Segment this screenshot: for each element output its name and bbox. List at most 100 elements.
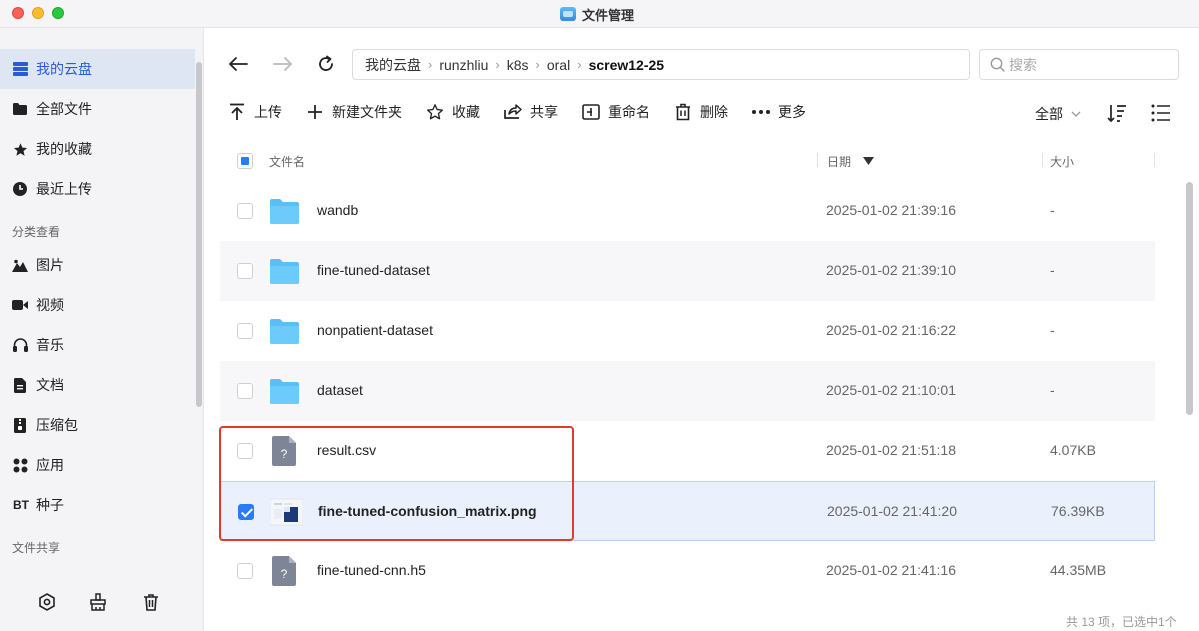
breadcrumb-item[interactable]: runzhliu [439,57,488,73]
sidebar-scrollbar[interactable] [196,62,202,407]
zoom-window-button[interactable] [52,7,64,19]
column-divider[interactable] [1042,153,1043,167]
sidebar-item-documents[interactable]: 文档 [0,365,195,405]
trash-icon[interactable] [141,592,161,612]
file-size: - [1050,382,1055,398]
table-row[interactable]: nonpatient-dataset 2025-01-02 21:16:22 - [220,301,1155,361]
row-checkbox[interactable] [237,563,253,579]
chevron-right-icon: › [428,57,433,72]
title-bar: 文件管理 [0,0,1199,28]
file-name: wandb [317,202,359,218]
sort-icon [1107,105,1126,123]
more-button[interactable]: 更多 [752,102,806,122]
category-section-title: 分类查看 [12,225,61,239]
file-size: 4.07KB [1050,442,1096,458]
sidebar-item-label: 压缩包 [36,417,78,433]
file-list-scrollbar[interactable] [1186,182,1193,415]
delete-button[interactable]: 删除 [674,102,728,122]
table-row[interactable]: wandb 2025-01-02 21:39:16 - [220,181,1155,241]
file-size: 44.35MB [1050,562,1107,578]
column-header-name[interactable]: 文件名 [269,153,305,170]
more-icon [752,103,770,121]
table-row[interactable]: fine-tuned-dataset 2025-01-02 21:39:10 - [220,241,1155,301]
sidebar-item-label: 全部文件 [36,101,92,117]
file-date: 2025-01-02 21:41:20 [827,503,957,519]
star-icon [12,141,28,157]
window-title-text: 文件管理 [582,7,635,23]
select-all-checkbox[interactable] [237,153,253,169]
cleanup-brush-icon[interactable] [88,592,108,612]
file-date: 2025-01-02 21:51:18 [826,442,956,458]
settings-hex-icon[interactable] [37,592,57,612]
breadcrumb-item[interactable]: k8s [507,57,529,73]
arrow-right-icon [273,57,292,71]
sort-button[interactable] [1106,102,1128,124]
search-input[interactable] [1009,56,1169,73]
search-icon [990,57,1005,72]
file-name: nonpatient-dataset [317,322,433,338]
sidebar-item-videos[interactable]: 视频 [0,285,195,325]
svg-text:?: ? [281,567,288,581]
folder-icon [269,256,300,286]
sidebar-item-torrents[interactable]: BT 种子 [0,485,195,525]
sidebar-item-label: 文档 [36,377,64,393]
refresh-icon [319,55,333,71]
row-checkbox[interactable] [237,323,253,339]
sidebar-item-images[interactable]: 图片 [0,245,195,285]
search-box[interactable] [979,49,1179,80]
sidebar-item-label: 我的云盘 [36,61,92,77]
sidebar-item-recent-uploads[interactable]: 最近上传 [0,169,195,209]
more-label: 更多 [778,104,806,120]
share-button[interactable]: 共享 [504,102,558,122]
breadcrumb-item[interactable]: 我的云盘 [365,55,421,75]
file-size: 76.39KB [1051,503,1105,519]
window-title: 文件管理 [560,5,634,23]
chevron-right-icon: › [577,57,582,72]
list-view-button[interactable] [1150,102,1172,124]
forward-button[interactable] [271,52,295,76]
close-window-button[interactable] [12,7,24,19]
minimize-window-button[interactable] [32,7,44,19]
mountain-icon [12,257,28,273]
clock-icon [12,181,28,197]
refresh-button[interactable] [314,52,338,76]
upload-icon [228,103,246,121]
sidebar-item-all-files[interactable]: 全部文件 [0,89,195,129]
favorite-button[interactable]: 收藏 [426,102,480,122]
file-name: dataset [317,382,363,398]
file-date: 2025-01-02 21:39:10 [826,262,956,278]
column-divider[interactable] [1154,153,1155,167]
file-date: 2025-01-02 21:16:22 [826,322,956,338]
sidebar-item-label: 我的收藏 [36,141,92,157]
table-row[interactable]: ? fine-tuned-cnn.h5 2025-01-02 21:41:16 … [220,541,1155,601]
sidebar-item-favorites[interactable]: 我的收藏 [0,129,195,169]
apps-icon [12,457,28,473]
sidebar: 我的云盘 全部文件 我的收藏 最近上传 分类查看 图片 视频 音乐 文档 压缩包… [0,28,204,631]
table-header: 文件名 日期 大小 [220,145,1155,175]
folder-icon [269,196,300,226]
sidebar-item-music[interactable]: 音乐 [0,325,195,365]
upload-button[interactable]: 上传 [228,102,282,122]
breadcrumb-item[interactable]: oral [547,57,570,73]
row-checkbox[interactable] [237,383,253,399]
sidebar-item-label: 应用 [36,457,64,473]
type-filter-dropdown[interactable]: 全部 [1035,104,1081,124]
row-checkbox[interactable] [237,203,253,219]
sidebar-item-archives[interactable]: 压缩包 [0,405,195,445]
back-button[interactable] [226,52,250,76]
sidebar-item-apps[interactable]: 应用 [0,445,195,485]
file-date: 2025-01-02 21:41:16 [826,562,956,578]
new-folder-label: 新建文件夹 [332,104,402,120]
new-folder-button[interactable]: 新建文件夹 [306,102,402,122]
sidebar-item-label: 音乐 [36,337,64,353]
upload-label: 上传 [254,104,282,120]
rename-button[interactable]: 重命名 [582,102,650,122]
column-header-date[interactable]: 日期 [827,153,851,170]
table-row[interactable]: dataset 2025-01-02 21:10:01 - [220,361,1155,421]
column-divider[interactable] [817,153,818,167]
sidebar-item-my-cloud[interactable]: 我的云盘 [0,49,195,89]
file-name: fine-tuned-cnn.h5 [317,562,426,578]
column-header-size[interactable]: 大小 [1050,153,1074,170]
file-name: fine-tuned-dataset [317,262,430,278]
row-checkbox[interactable] [237,263,253,279]
